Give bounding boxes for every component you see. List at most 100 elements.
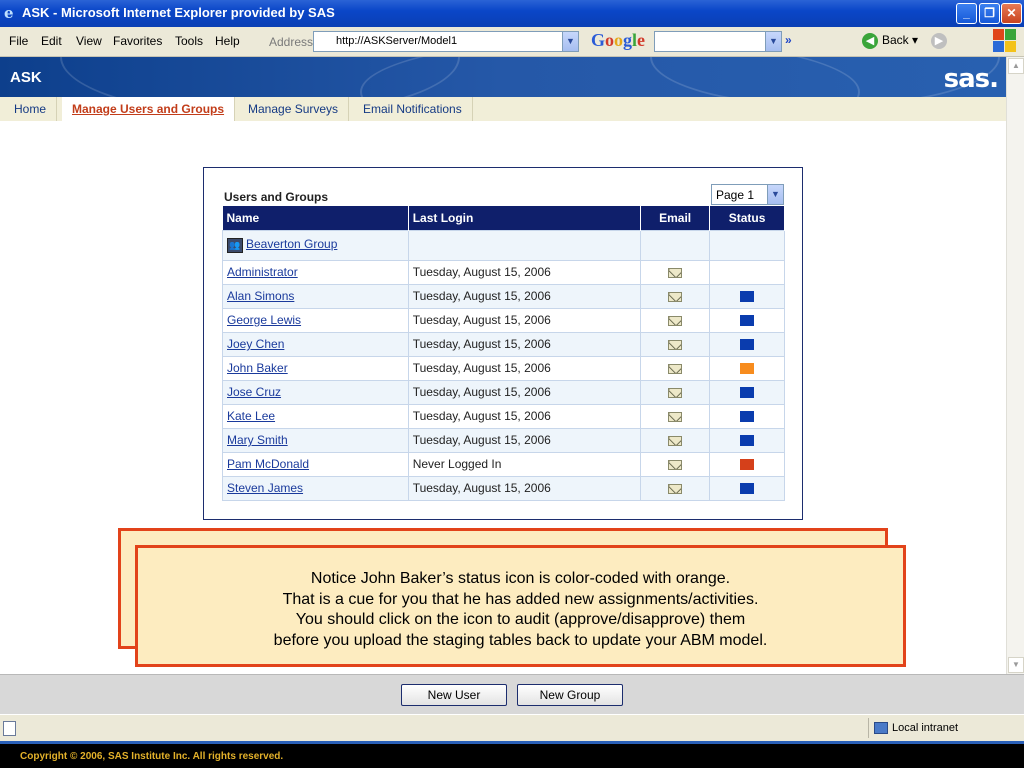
email-icon[interactable] xyxy=(668,435,683,446)
user-link[interactable]: Mary Smith xyxy=(227,433,288,447)
action-bar: New User New Group xyxy=(0,674,1024,714)
status-icon[interactable] xyxy=(740,339,755,351)
status-cell xyxy=(709,403,785,429)
menu-bar: File Edit View Favorites Tools Help Addr… xyxy=(0,27,1024,57)
app-name: ASK xyxy=(10,69,42,86)
column-header-name[interactable]: Name xyxy=(222,206,409,230)
table-row: Joey Chen Tuesday, August 15, 2006 xyxy=(222,331,785,357)
user-link[interactable]: Kate Lee xyxy=(227,409,275,423)
user-name-cell: Jose Cruz xyxy=(222,379,409,405)
status-cell xyxy=(709,259,785,285)
tab-manage-users-and-groups[interactable]: Manage Users and Groups xyxy=(62,97,236,121)
column-header-status[interactable]: Status xyxy=(709,206,785,230)
email-icon[interactable] xyxy=(668,363,683,374)
status-icon[interactable] xyxy=(740,315,755,327)
tab-home[interactable]: Home xyxy=(4,97,58,121)
user-name-cell: Kate Lee xyxy=(222,403,409,429)
email-icon[interactable] xyxy=(668,291,683,302)
email-icon[interactable] xyxy=(668,411,683,422)
status-icon[interactable] xyxy=(740,411,755,423)
user-name-cell: Administrator xyxy=(222,259,409,285)
menu-tools[interactable]: Tools xyxy=(175,34,203,48)
callout-line: That is a cue for you that he has added … xyxy=(282,590,759,608)
status-icon[interactable] xyxy=(740,459,755,471)
user-link[interactable]: Alan Simons xyxy=(227,289,294,303)
new-user-button[interactable]: New User xyxy=(401,684,507,706)
user-link[interactable]: Steven James xyxy=(227,481,303,495)
status-icon[interactable] xyxy=(740,291,755,303)
user-name-cell: Steven James xyxy=(222,475,409,501)
callout-note: Notice John Baker’s status icon is color… xyxy=(135,545,906,667)
user-link[interactable]: Administrator xyxy=(227,265,298,279)
group-name-cell: 👥 Beaverton Group xyxy=(222,229,409,261)
column-header-last-login[interactable]: Last Login xyxy=(408,206,642,230)
group-icon: 👥 xyxy=(227,237,243,253)
callout-line: before you upload the staging tables bac… xyxy=(273,631,768,649)
email-icon[interactable] xyxy=(668,267,683,278)
address-input[interactable]: http://ASKServer/Model1 ▼ xyxy=(313,31,579,52)
status-cell xyxy=(709,331,785,357)
forward-button[interactable]: ▶ xyxy=(931,33,947,49)
status-icon[interactable] xyxy=(740,483,755,495)
page-select[interactable]: Page 1 ▼ xyxy=(711,184,784,205)
last-login-cell: Tuesday, August 15, 2006 xyxy=(407,283,642,309)
email-cell xyxy=(640,331,711,357)
email-icon[interactable] xyxy=(668,459,683,470)
group-link[interactable]: Beaverton Group xyxy=(246,237,337,251)
page-select-value: Page 1 xyxy=(716,188,755,202)
table-row: Administrator Tuesday, August 15, 2006 xyxy=(222,259,785,285)
email-cell xyxy=(640,283,711,309)
google-search-input[interactable]: ▼ xyxy=(654,31,782,52)
email-icon[interactable] xyxy=(668,387,683,398)
window-title: ASK - Microsoft Internet Explorer provid… xyxy=(22,5,335,20)
window-title-bar: e ASK - Microsoft Internet Explorer prov… xyxy=(0,0,1024,27)
menu-view[interactable]: View xyxy=(76,34,102,48)
email-cell xyxy=(640,403,711,429)
scroll-down-icon[interactable]: ▼ xyxy=(1008,657,1024,673)
vertical-scrollbar[interactable]: ▲ ▼ xyxy=(1006,57,1024,674)
forward-arrow-icon: ▶ xyxy=(931,33,947,49)
user-link[interactable]: Joey Chen xyxy=(227,337,284,351)
last-login-cell: Tuesday, August 15, 2006 xyxy=(407,307,642,333)
table-row: Pam McDonald Never Logged In xyxy=(222,451,785,477)
close-button[interactable]: ✕ xyxy=(1001,3,1022,24)
status-cell xyxy=(709,283,785,309)
callout-line: Notice John Baker’s status icon is color… xyxy=(310,570,731,587)
menu-favorites[interactable]: Favorites xyxy=(113,34,162,48)
user-name-cell: John Baker xyxy=(222,355,409,381)
user-link[interactable]: John Baker xyxy=(227,361,288,375)
column-header-email[interactable]: Email xyxy=(640,206,711,230)
tab-manage-surveys[interactable]: Manage Surveys xyxy=(238,97,350,121)
email-cell xyxy=(640,355,711,381)
menu-file[interactable]: File xyxy=(9,34,28,48)
status-icon[interactable] xyxy=(740,435,755,447)
user-link[interactable]: George Lewis xyxy=(227,313,301,327)
scroll-up-icon[interactable]: ▲ xyxy=(1008,58,1024,74)
panel-title: Users and Groups xyxy=(224,190,329,204)
tab-email-notifications[interactable]: Email Notifications xyxy=(353,97,473,121)
user-link[interactable]: Jose Cruz xyxy=(227,385,281,399)
user-name-cell: Mary Smith xyxy=(222,427,409,453)
email-cell xyxy=(640,475,711,501)
back-button[interactable]: ◀ Back ▾ xyxy=(862,33,918,49)
restore-button[interactable]: ❐ xyxy=(979,3,1000,24)
last-login-cell: Tuesday, August 15, 2006 xyxy=(407,403,642,429)
more-icon[interactable]: » xyxy=(785,33,792,47)
user-link[interactable]: Pam McDonald xyxy=(227,457,309,471)
email-icon[interactable] xyxy=(668,339,683,350)
user-name-cell: Pam McDonald xyxy=(222,451,409,477)
email-icon[interactable] xyxy=(668,483,683,494)
status-icon[interactable] xyxy=(740,363,755,375)
chevron-down-icon[interactable]: ▼ xyxy=(765,32,781,51)
last-login-cell: Tuesday, August 15, 2006 xyxy=(407,427,642,453)
menu-help[interactable]: Help xyxy=(215,34,240,48)
email-icon[interactable] xyxy=(668,315,683,326)
status-icon[interactable] xyxy=(740,387,755,399)
google-logo[interactable]: Google xyxy=(591,30,645,51)
chevron-down-icon[interactable]: ▼ xyxy=(767,185,783,204)
chevron-down-icon[interactable]: ▼ xyxy=(562,32,578,51)
table-row: Kate Lee Tuesday, August 15, 2006 xyxy=(222,403,785,429)
minimize-button[interactable]: _ xyxy=(956,3,977,24)
menu-edit[interactable]: Edit xyxy=(41,34,62,48)
new-group-button[interactable]: New Group xyxy=(517,684,623,706)
